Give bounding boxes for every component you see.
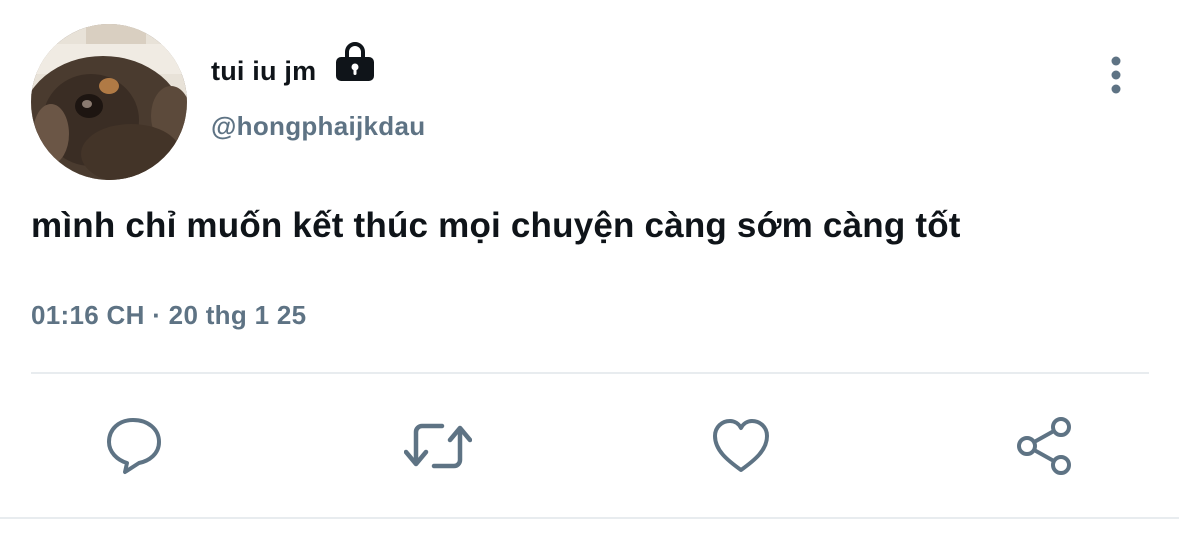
dog-photo-avatar <box>31 24 187 180</box>
user-handle[interactable]: @hongphaijkdau <box>211 110 425 142</box>
divider <box>31 372 1149 374</box>
retweet-button[interactable] <box>404 414 472 478</box>
lock-icon <box>336 42 374 81</box>
tweet-timestamp[interactable]: 01:16 CH · 20 thg 1 25 <box>31 298 306 332</box>
reply-icon <box>107 418 161 474</box>
tweet-text: mình chỉ muốn kết thúc mọi chuyện càng s… <box>31 206 961 245</box>
avatar[interactable] <box>31 24 187 180</box>
reply-button[interactable] <box>103 414 167 478</box>
more-options-button[interactable] <box>1098 52 1134 98</box>
heart-icon <box>713 419 769 472</box>
retweet-icon <box>404 423 472 469</box>
more-vertical-icon <box>1111 56 1121 94</box>
like-button[interactable] <box>709 414 773 478</box>
share-button[interactable] <box>1012 414 1076 478</box>
share-icon <box>1017 417 1071 475</box>
display-name[interactable]: tui iu jm <box>211 54 316 88</box>
divider <box>0 517 1179 519</box>
